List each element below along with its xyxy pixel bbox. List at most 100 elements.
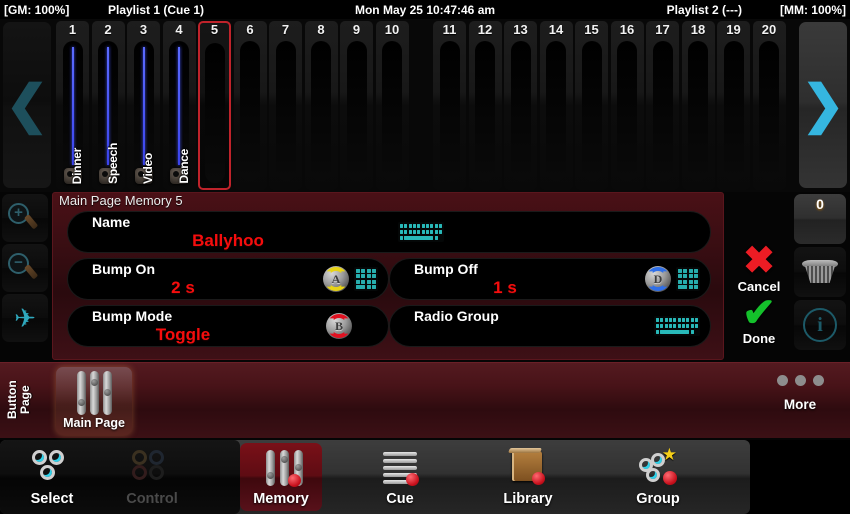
fader-number: 20 [761,22,777,37]
playlist-2-status: Playlist 2 (---) [666,2,742,17]
more-label: More [783,397,817,412]
field-radio-group[interactable]: Radio Group [389,305,711,347]
fader-strip-20[interactable]: 20 [752,21,786,190]
fader-slot [346,41,367,181]
fader-strip-8[interactable]: 8 [304,21,338,190]
cupcake-button[interactable] [794,247,846,297]
field-bump-on-icons[interactable]: A [323,266,378,292]
console-screen: [GM: 100%] Playlist 1 (Cue 1) Mon May 25… [0,0,850,514]
right-button-stack: 0 i [794,194,846,353]
fader-number: 18 [690,22,706,37]
zoom-in-button[interactable] [2,194,48,242]
fader-strip-7[interactable]: 7 [269,21,302,190]
page-tile-main-page[interactable]: Main Page [56,367,132,435]
field-name-label: Name [92,214,131,230]
dialog-fields: Name Ballyhoo Bump On 2 s A Bump Off 1 s… [67,211,715,357]
fader-number: 5 [210,22,219,37]
field-name-icons[interactable] [398,222,444,242]
fader-label: Speech [105,143,120,184]
info-button[interactable]: i [794,300,846,350]
master-mode-readout: [MM: 100%] [779,2,846,17]
numpad-icon[interactable] [354,267,378,291]
fader-strip-3[interactable]: 3 Video [127,21,160,190]
done-button[interactable]: ✔ Done [728,293,790,346]
field-bump-off[interactable]: Bump Off 1 s D [389,258,711,300]
prev-page-button[interactable]: ❮ [3,22,51,188]
fader-track [178,47,180,165]
status-bar: [GM: 100%] Playlist 1 (Cue 1) Mon May 25… [0,0,850,19]
fader-strip-2[interactable]: 2 Speech [91,21,125,190]
field-bump-off-icons[interactable]: D [645,266,700,292]
bottom-toolbar: Select Control Record [0,440,850,514]
toolbar-item-library[interactable]: Library [480,440,576,514]
airplane-icon: ✈ [14,303,36,333]
done-label: Done [742,331,776,346]
dialog-title: Main Page Memory 5 [59,193,183,208]
toolbar-label-control: Control [126,490,178,507]
fader-label: Dance [176,149,191,184]
numpad-icon[interactable] [676,267,700,291]
fader-strip-19[interactable]: 19 [717,21,750,190]
field-bump-mode-icons[interactable]: B [326,313,352,339]
fader-strip-1[interactable]: 1 Dinner [56,21,89,190]
chevron-right-icon: ❯ [801,76,845,134]
fader-slot [688,41,708,181]
fader-strip-5[interactable]: 5 [198,21,231,190]
stacked-bars-icon [379,448,421,488]
close-icon: ✖ [743,240,775,282]
keyboard-icon[interactable] [398,222,444,242]
field-radio-group-icons[interactable] [654,316,700,336]
wheel-a-icon[interactable]: A [323,266,349,292]
airplane-button[interactable]: ✈ [2,294,48,342]
fader-strip-6[interactable]: 6 [233,21,267,190]
field-radio-group-label: Radio Group [414,308,499,324]
fader-bank: ❮ ❯ 1 Dinner 2 Speech 3 Video 4 Dance 5 6 7 8 9 10 11 1… [0,19,850,192]
toolbar-item-memory[interactable]: Memory [240,443,322,511]
field-name[interactable]: Name Ballyhoo [67,211,711,253]
toolbar-label-memory: Memory [253,490,309,507]
fader-strip-17[interactable]: 17 [646,21,679,190]
fader-number: 10 [384,22,400,37]
field-bump-mode[interactable]: Bump Mode Toggle B [67,305,389,347]
fader-strip-14[interactable]: 14 [539,21,573,190]
fader-number: 11 [442,22,457,37]
next-page-button[interactable]: ❯ [799,22,847,188]
field-name-value: Ballyhoo [192,231,264,250]
field-bump-on[interactable]: Bump On 2 s A [67,258,389,300]
toolbar-item-group[interactable]: ★ Group [610,440,706,514]
fader-strip-10[interactable]: 10 [375,21,409,190]
fader-strip-15[interactable]: 15 [575,21,608,190]
more-button[interactable]: More [758,375,842,412]
fader-slot [382,41,402,181]
fader-slot [759,41,779,181]
fader-slot [311,41,331,181]
left-tool-column: ✈ [2,194,50,344]
toolbar-item-cue[interactable]: Cue [352,440,448,514]
fader-number: 16 [619,22,635,37]
fader-slot [510,41,531,181]
page-tile-label: Main Page [63,416,125,430]
fader-number: 8 [317,22,325,37]
fader-slot [439,41,460,181]
counter-button[interactable]: 0 [794,194,846,244]
fader-strip-12[interactable]: 12 [468,21,502,190]
wheel-b-icon[interactable]: B [326,313,352,339]
button-page-label-line2: Page [18,385,32,415]
zoom-out-button[interactable] [2,244,48,292]
wheel-d-icon[interactable]: D [645,266,671,292]
wheel-b-letter: B [334,318,343,333]
fader-strip-16[interactable]: 16 [610,21,644,190]
keyboard-icon[interactable] [654,316,700,336]
field-bump-mode-label: Bump Mode [92,308,173,324]
fader-track [142,47,145,165]
fader-strip-9[interactable]: 9 [340,21,373,190]
cancel-button[interactable]: ✖ Cancel [728,240,790,294]
fader-strip-18[interactable]: 18 [681,21,715,190]
fader-strip-4[interactable]: 4 Dance [162,21,196,190]
fader-strip-13[interactable]: 13 [504,21,537,190]
toolbar-item-select[interactable]: Select [4,440,100,514]
fader-strip-11[interactable]: 11 [433,21,466,190]
faders-icon [74,371,114,415]
fader-number: 15 [584,22,599,37]
toolbar-item-control[interactable]: Control [104,440,200,514]
